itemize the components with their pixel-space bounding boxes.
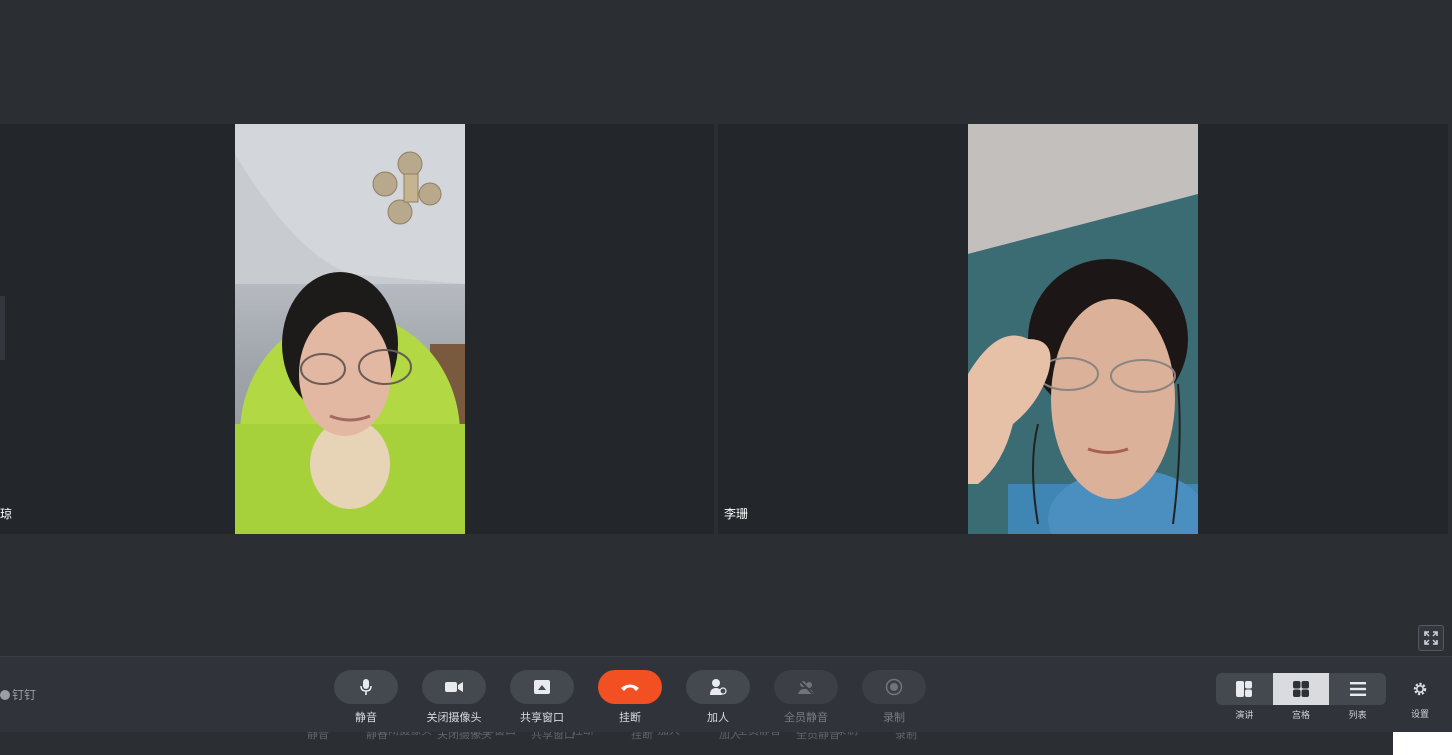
share-window-label: 共享窗口 (520, 711, 564, 724)
layout-speaker-button[interactable] (1216, 673, 1273, 705)
hangup-icon (621, 684, 639, 691)
ghost-label: 挂断 (631, 732, 653, 741)
ghost-label: 关闭摄像头 (377, 732, 432, 738)
ghost-label: 共享窗口 (472, 732, 516, 738)
mute-all-icon (798, 679, 814, 695)
participant-tile-1[interactable]: 琼 (0, 124, 714, 534)
layout-labels: 演讲 宫格 列表 (1216, 708, 1386, 721)
camera-button[interactable]: 关闭摄像头 (422, 670, 486, 725)
window-corner (1393, 732, 1452, 755)
ghost-toolbar-labels: 静音 静音 关闭摄像头 关闭摄像头 共享窗口 共享窗口 挂断 挂断 加人 加人 … (0, 732, 1452, 755)
video-grid: 琼 李珊 (0, 124, 1452, 534)
meeting-toolbar: 钉钉 静音 关闭摄像头 共享窗口 挂断 加人 全员静音 录制 演讲 宫格 列表 … (0, 656, 1452, 732)
ghost-label: 录制 (836, 732, 858, 738)
ghost-label: 加人 (658, 732, 680, 738)
microphone-icon (360, 679, 372, 695)
fullscreen-button[interactable] (1418, 625, 1444, 651)
settings-button[interactable]: 设置 (1406, 681, 1434, 720)
camera-label: 关闭摄像头 (426, 711, 482, 724)
mute-button[interactable]: 静音 (334, 670, 398, 725)
participant-video-1 (235, 124, 465, 534)
participant-tile-2[interactable]: 李珊 (718, 124, 1448, 534)
layout-list-label: 列表 (1348, 711, 1367, 721)
layout-list-button[interactable] (1329, 673, 1386, 705)
record-icon (885, 678, 903, 696)
mute-all-label: 全员静音 (784, 711, 828, 724)
camera-icon (445, 682, 463, 692)
pin-button[interactable]: 钉钉 (0, 686, 36, 703)
pin-icon (0, 689, 10, 700)
layout-switcher (1216, 673, 1386, 705)
hangup-button[interactable]: 挂断 (598, 670, 662, 725)
add-person-button[interactable]: 加人 (686, 670, 750, 725)
tile-edge (1448, 124, 1452, 534)
grid-layout-icon (1293, 681, 1309, 697)
left-scroll-handle[interactable] (0, 296, 5, 360)
layout-grid-button[interactable] (1272, 673, 1330, 705)
participant-name-1: 琼 (0, 507, 13, 521)
meeting-stage: 琼 李珊 (0, 0, 1452, 656)
ghost-label: 录制 (895, 732, 917, 741)
share-window-button[interactable]: 共享窗口 (510, 670, 574, 725)
participant-video-1-image (235, 124, 465, 534)
record-button[interactable]: 录制 (862, 670, 926, 725)
share-window-icon (534, 680, 550, 694)
gear-icon (1413, 682, 1427, 696)
list-layout-icon (1349, 682, 1366, 696)
ghost-label: 挂断 (572, 732, 594, 738)
participant-name-2: 李珊 (724, 507, 749, 521)
add-person-icon (710, 679, 727, 695)
ghost-label: 静音 (307, 732, 329, 741)
participant-video-2-image (968, 124, 1198, 534)
settings-label: 设置 (1410, 710, 1429, 720)
add-person-label: 加人 (707, 711, 729, 724)
participant-video-2 (968, 124, 1198, 534)
layout-grid-label: 宫格 (1292, 711, 1311, 721)
layout-speaker-label: 演讲 (1235, 711, 1254, 721)
ghost-label: 共享窗口 (531, 732, 575, 741)
hangup-label: 挂断 (619, 711, 641, 724)
speaker-layout-icon (1236, 681, 1253, 697)
mute-all-button[interactable]: 全员静音 (774, 670, 838, 725)
ghost-label: 全员静音 (737, 732, 781, 738)
fullscreen-icon (1424, 631, 1438, 645)
mute-label: 静音 (355, 711, 377, 724)
ghost-label: 全员静音 (796, 732, 840, 741)
record-label: 录制 (883, 711, 905, 724)
pin-label: 钉钉 (12, 688, 37, 702)
